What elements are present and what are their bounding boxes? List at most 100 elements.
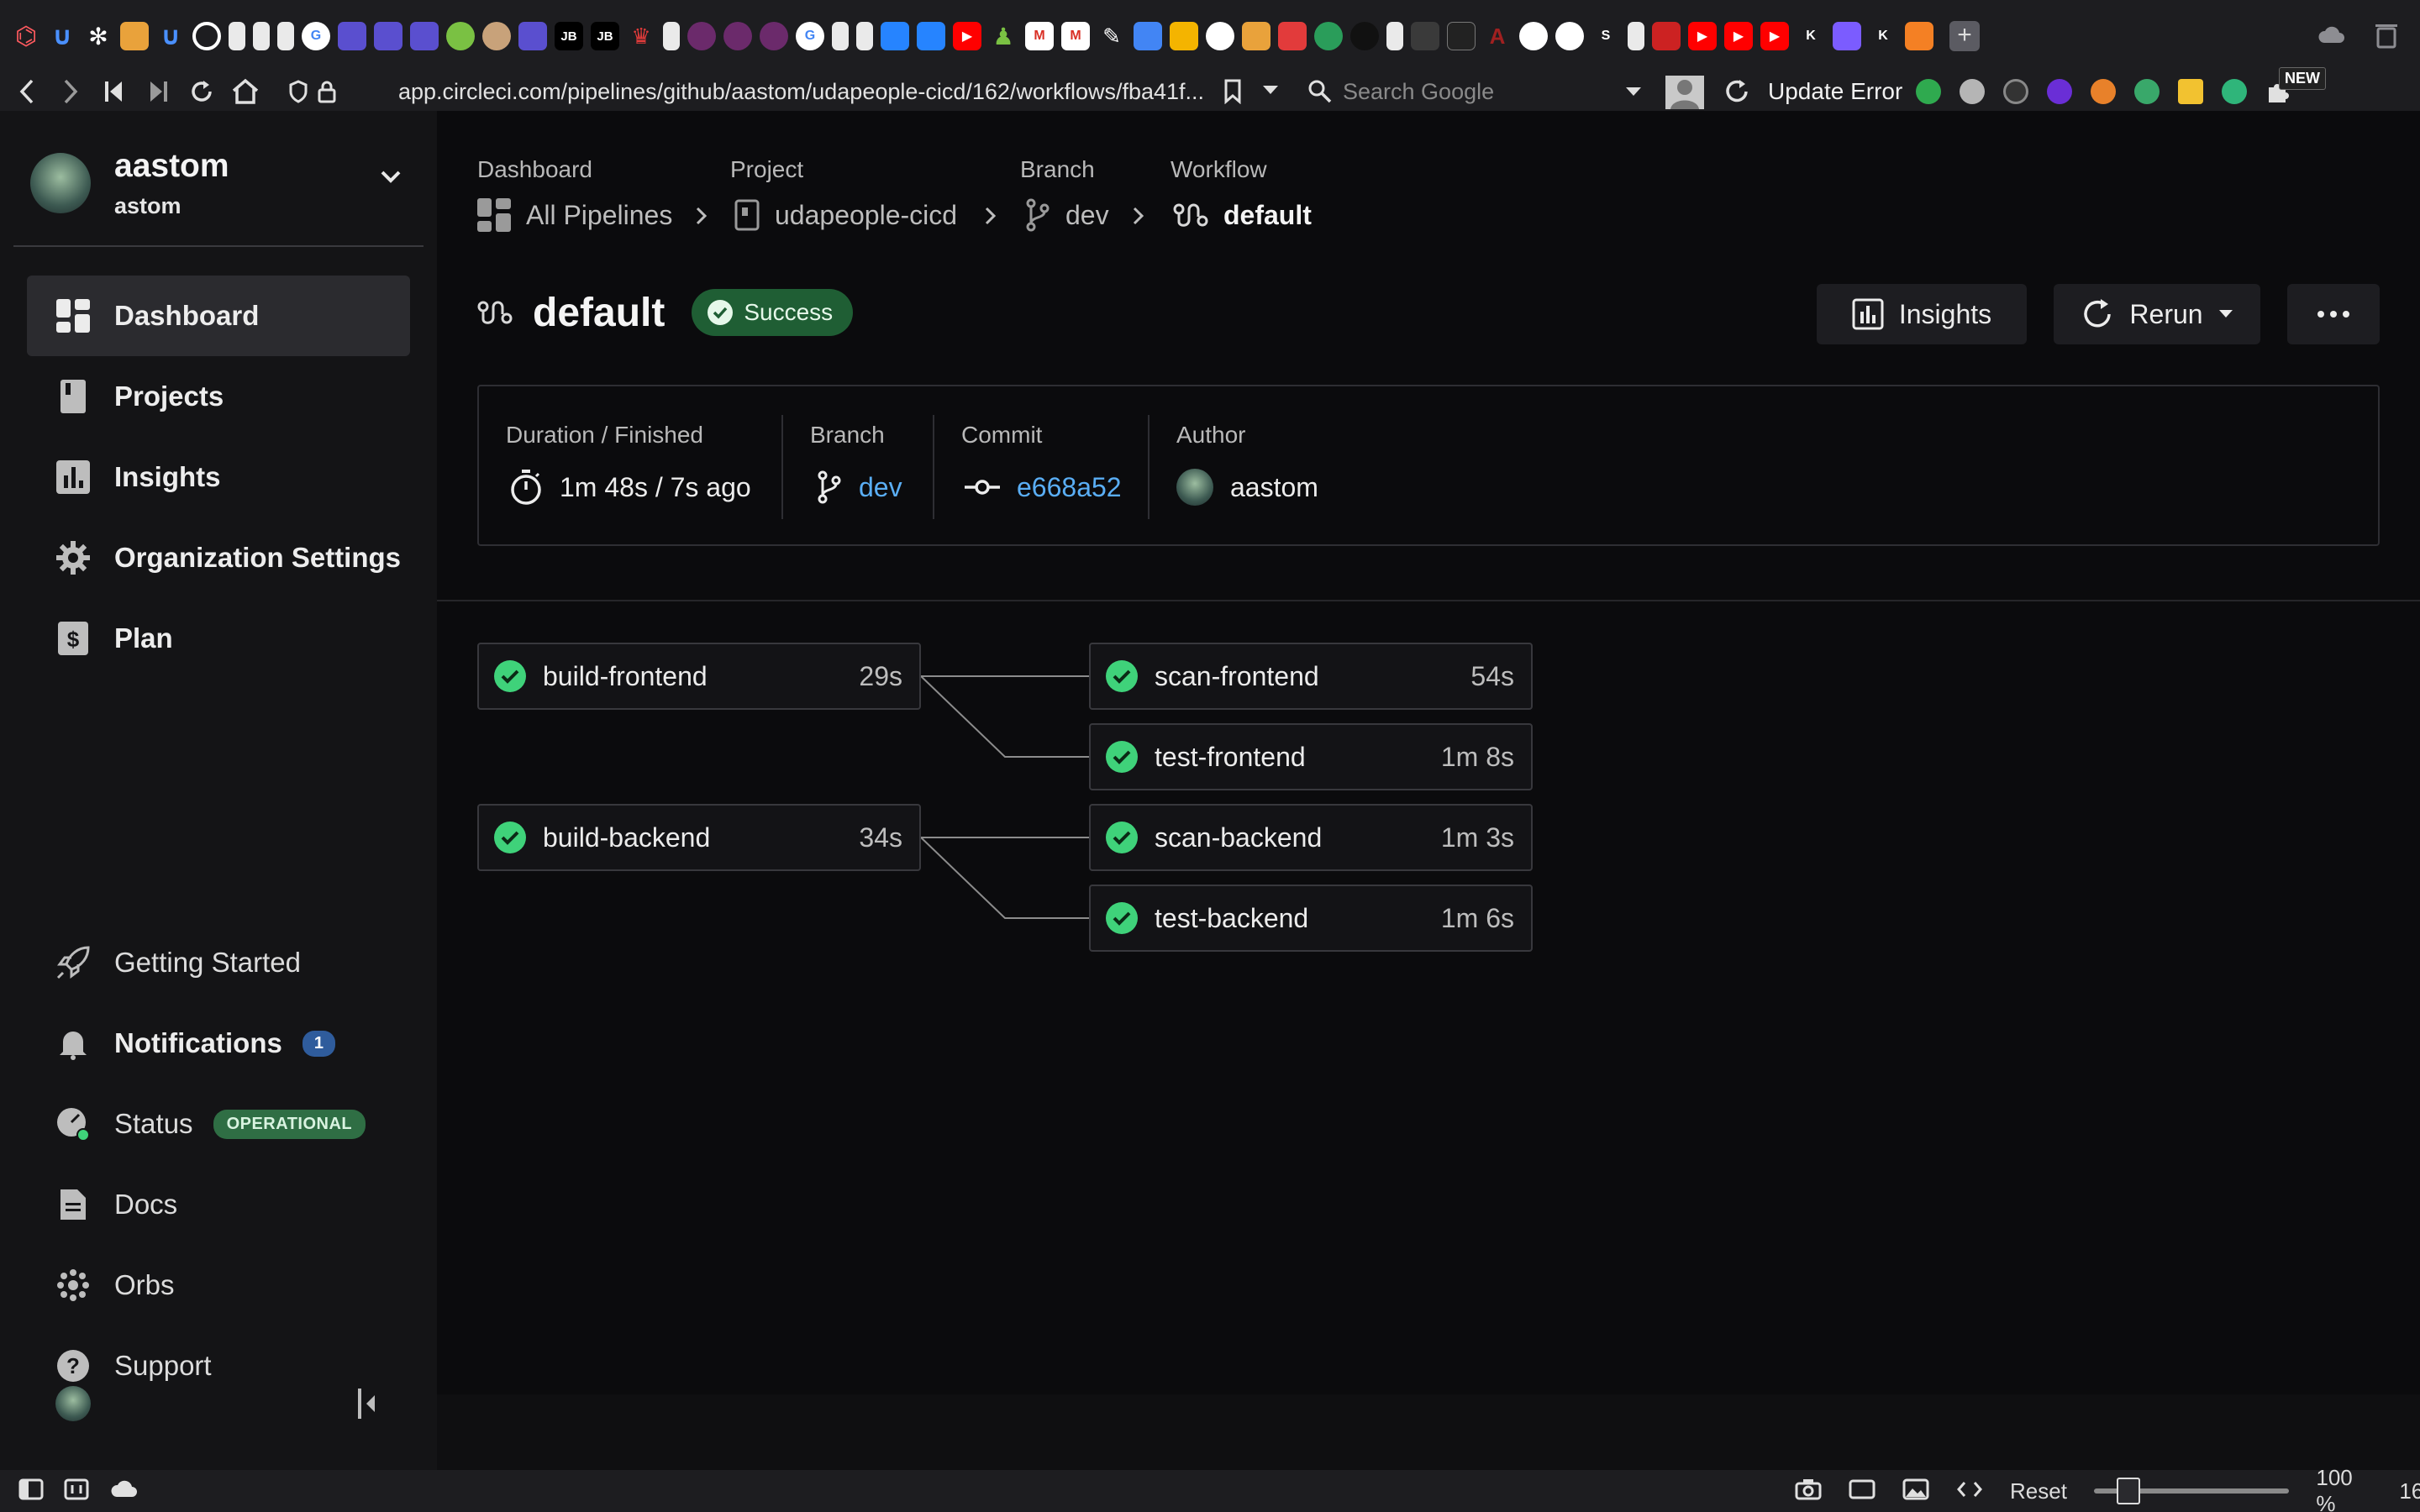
gmail-bookmark-icon[interactable]: M (1025, 22, 1054, 50)
github-bookmark-icon[interactable] (1206, 22, 1234, 50)
upp-bookmark-icon-2[interactable] (723, 22, 752, 50)
crown-bookmark-icon[interactable]: ♛ (627, 22, 655, 50)
forward-icon[interactable] (49, 72, 92, 111)
branch-value[interactable]: dev (817, 467, 902, 507)
c-extension-icon[interactable] (2003, 79, 2028, 104)
seal-bookmark-icon[interactable] (482, 22, 511, 50)
sidebar-item-notifications[interactable]: Notifications 1 (27, 1003, 410, 1084)
home-icon[interactable] (224, 72, 267, 111)
branch-link[interactable]: dev (859, 472, 902, 503)
linear-bookmark-icon[interactable] (338, 22, 366, 50)
sidebar-item-status[interactable]: Status OPERATIONAL (27, 1084, 410, 1164)
address-bar[interactable]: app.circleci.com/pipelines/github/aastom… (398, 72, 1204, 111)
asterisk-bookmark-icon[interactable]: ✻ (84, 22, 113, 50)
slides-bookmark-icon[interactable] (1170, 22, 1198, 50)
chess-bookmark-icon[interactable]: ♟ (989, 22, 1018, 50)
confluence-bookmark-icon[interactable] (881, 22, 909, 50)
circleci-bookmark-icon[interactable] (192, 22, 221, 50)
youtube-bookmark-icon-4[interactable]: ▶ (1760, 22, 1789, 50)
shield-icon[interactable] (284, 72, 313, 111)
webflow-bookmark-icon-2[interactable]: ∪ (156, 22, 185, 50)
tab-view-icon[interactable] (64, 1478, 89, 1504)
notes-extension-icon[interactable] (2178, 79, 2203, 104)
spring-bookmark-icon[interactable] (446, 22, 475, 50)
chevron-down-icon[interactable] (380, 170, 402, 189)
jetbrains-bookmark-icon-2[interactable]: JB (591, 22, 619, 50)
zoom-reset-button[interactable]: Reset (2010, 1478, 2067, 1504)
crown-box-bookmark-icon[interactable] (1278, 22, 1307, 50)
page-bookmark-icon-8[interactable] (1628, 22, 1644, 50)
search-box[interactable]: Search Google (1307, 72, 1660, 111)
rewind-icon[interactable] (92, 72, 136, 111)
job-test-frontend[interactable]: test-frontend 1m 8s (1089, 723, 1533, 790)
w-extension-icon[interactable] (2047, 79, 2072, 104)
gmail-bookmark-icon-2[interactable]: M (1061, 22, 1090, 50)
bookmark-page-icon[interactable] (1223, 79, 1242, 108)
breadcrumb-branch[interactable]: dev (1025, 195, 1109, 235)
rerun-button[interactable]: Rerun (2054, 284, 2260, 344)
insights-button[interactable]: Insights (1817, 284, 2027, 344)
google-bookmark-icon-2[interactable]: G (796, 22, 824, 50)
linear-bookmark-icon-2[interactable] (374, 22, 402, 50)
page-bookmark-icon-2[interactable] (253, 22, 270, 50)
man-bookmark-icon[interactable] (1447, 22, 1476, 50)
k-bookmark-icon-2[interactable]: K (1869, 22, 1897, 50)
pen-bookmark-icon[interactable]: ✎ (1097, 22, 1126, 50)
reload-icon[interactable] (180, 72, 224, 111)
window-icon[interactable] (1849, 1478, 1876, 1504)
breadcrumb-project[interactable]: udapeople-cicd (734, 195, 957, 235)
job-scan-backend[interactable]: scan-backend 1m 3s (1089, 804, 1533, 871)
circle-bookmark-icon[interactable] (1519, 22, 1548, 50)
youtube-bookmark-icon-2[interactable]: ▶ (1688, 22, 1717, 50)
dropdown-icon[interactable] (1262, 84, 1279, 100)
sidebar-item-insights[interactable]: Insights (27, 437, 410, 517)
job-build-backend[interactable]: build-backend 34s (477, 804, 921, 871)
profile-avatar[interactable] (1665, 76, 1704, 109)
linear-bookmark-icon-3[interactable] (410, 22, 439, 50)
airbnb-bookmark-icon[interactable]: ⌬ (12, 22, 40, 50)
zoom-slider[interactable] (2093, 1478, 2290, 1504)
robot-extension-icon[interactable] (2134, 79, 2160, 104)
collapse-sidebar-icon[interactable] (350, 1386, 385, 1421)
trash-icon[interactable] (2370, 18, 2403, 52)
package-bookmark-icon[interactable] (120, 22, 149, 50)
sidebar-item-dashboard[interactable]: Dashboard (27, 276, 410, 356)
cloud-sync-icon[interactable] (109, 1478, 138, 1504)
k-bookmark-icon[interactable]: K (1797, 22, 1825, 50)
job-build-frontend[interactable]: build-frontend 29s (477, 643, 921, 710)
aws-bookmark-icon[interactable] (1411, 22, 1439, 50)
youtube-bookmark-icon-3[interactable]: ▶ (1724, 22, 1753, 50)
package-bookmark-icon-2[interactable] (1242, 22, 1270, 50)
sidebar-item-projects[interactable]: Projects (27, 356, 410, 437)
jetbrains-bookmark-icon[interactable]: JB (555, 22, 583, 50)
update-spinner-icon[interactable] (1723, 77, 1751, 110)
grammarly-extension-icon[interactable] (2222, 79, 2247, 104)
image-icon[interactable] (1902, 1478, 1929, 1504)
sidebar-item-orbs[interactable]: Orbs (27, 1245, 410, 1326)
upp-bookmark-icon[interactable] (687, 22, 716, 50)
sidebar-item-plan[interactable]: $ Plan (27, 598, 410, 679)
job-test-backend[interactable]: test-backend 1m 6s (1089, 885, 1533, 952)
camera-icon[interactable] (1795, 1478, 1822, 1504)
circle-bookmark-icon-2[interactable] (1555, 22, 1584, 50)
linear-bookmark-icon-4[interactable] (518, 22, 547, 50)
refresh-bookmark-icon[interactable] (1314, 22, 1343, 50)
page-bookmark-icon-3[interactable] (277, 22, 294, 50)
page-bookmark-icon-4[interactable] (663, 22, 680, 50)
sidebar-item-organization-settings[interactable]: Organization Settings (27, 517, 410, 598)
search-engine-dropdown-icon[interactable] (1625, 86, 1642, 102)
fast-forward-icon[interactable] (136, 72, 180, 111)
metamask-extension-icon[interactable] (2091, 79, 2116, 104)
dark-circle-bookmark-icon[interactable] (1350, 22, 1379, 50)
stackoverflow-bookmark-icon[interactable] (1905, 22, 1933, 50)
page-bookmark-icon[interactable] (229, 22, 245, 50)
m-bookmark-icon[interactable] (1833, 22, 1861, 50)
youtube-bookmark-icon[interactable]: ▶ (953, 22, 981, 50)
code-icon[interactable] (1956, 1478, 1983, 1504)
breadcrumb-workflow[interactable]: default (1173, 195, 1312, 235)
sidebar-item-docs[interactable]: Docs (27, 1164, 410, 1245)
sidebar-item-getting-started[interactable]: Getting Started (27, 922, 410, 1003)
sidebar-toggle-icon[interactable] (18, 1478, 44, 1504)
update-error-label[interactable]: Update Error (1768, 72, 1902, 111)
zoom-slider-handle[interactable] (2116, 1478, 2140, 1504)
